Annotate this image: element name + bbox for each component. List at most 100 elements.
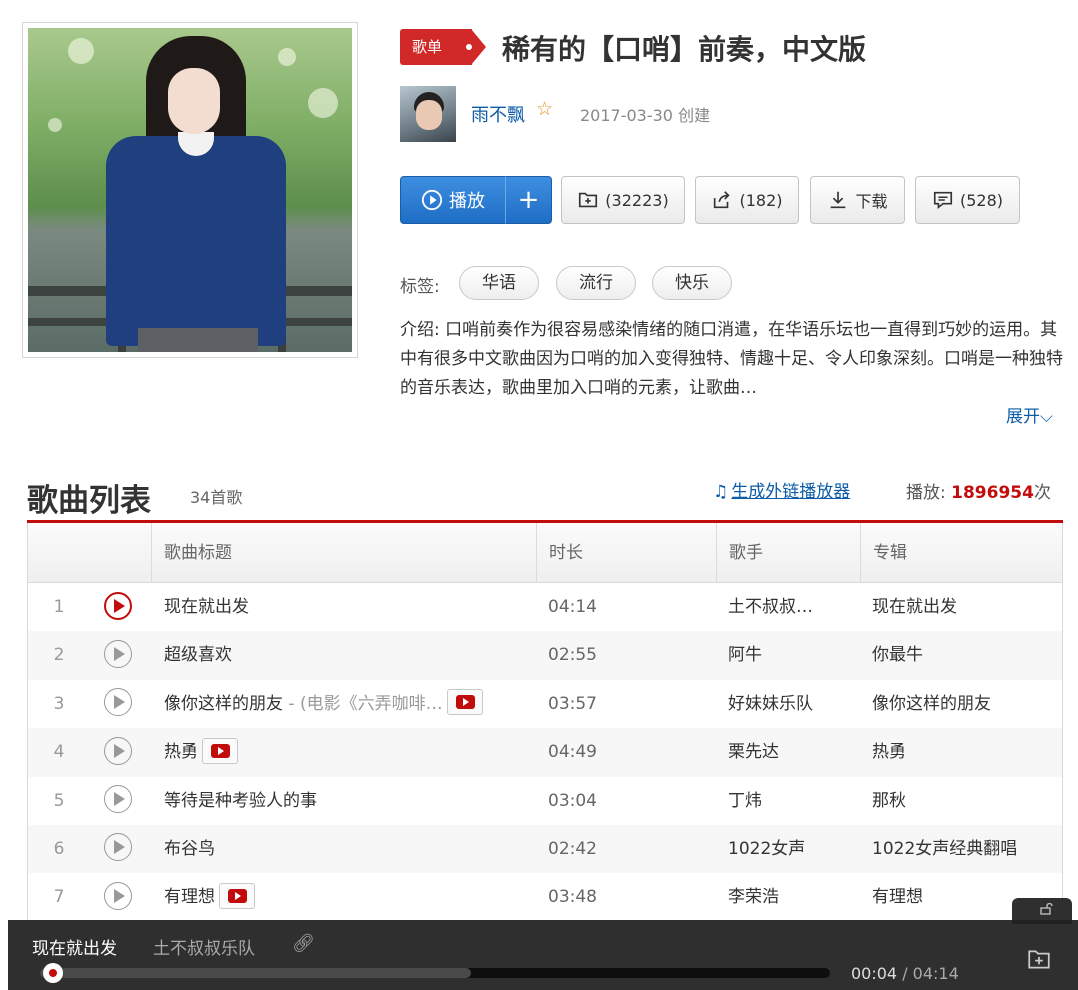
song-title-link[interactable]: 像你这样的朋友 — [164, 694, 283, 714]
table-row[interactable]: 4 热勇 04:49 栗先达 热勇 — [28, 728, 1062, 777]
song-duration: 04:49 — [548, 742, 597, 763]
progress-knob[interactable] — [42, 963, 63, 983]
download-button[interactable]: 下载 — [810, 176, 905, 224]
song-album-link[interactable]: 热勇 — [872, 728, 1052, 776]
song-album-link[interactable]: 那秋 — [872, 777, 1052, 825]
mv-icon[interactable] — [219, 882, 255, 909]
player-song-title[interactable]: 现在就出发 — [32, 934, 117, 959]
song-artist-link[interactable]: 好妹妹乐队 — [728, 680, 838, 728]
table-row[interactable]: 6 布谷鸟 02:42 1022女声 1022女声经典翻唱 — [28, 824, 1062, 874]
comment-icon — [933, 191, 953, 210]
tag-liuxing[interactable]: 流行 — [556, 266, 636, 300]
song-title-link[interactable]: 现在就出发 — [164, 597, 249, 617]
play-total-label: 播放: — [906, 483, 946, 503]
row-play[interactable] — [104, 583, 136, 631]
table-row[interactable]: 7 有理想 03:48 李荣浩 有理想 — [28, 873, 1062, 921]
player-artist[interactable]: 土不叔叔乐队 — [153, 934, 255, 959]
favorite-button[interactable]: (32223) — [561, 176, 685, 224]
table-row[interactable]: 5 等待是种考验人的事 03:04 丁炜 那秋 — [28, 777, 1062, 825]
row-index: 7 — [53, 887, 65, 908]
header-title: 歌曲标题 — [151, 523, 536, 583]
song-artist-link[interactable]: 阿牛 — [728, 631, 838, 679]
song-count: 34首歌 — [190, 488, 243, 507]
table-row[interactable]: 1 现在就出发 04:14 土不叔叔… 现在就出发 — [28, 583, 1062, 631]
play-all-button[interactable]: 播放 — [400, 176, 506, 224]
creator-avatar[interactable] — [400, 86, 456, 142]
playlist-intro: 介绍: 口哨前奏作为很容易感染情绪的随口消遣，在华语乐坛也一直得到巧妙的运用。其… — [400, 320, 1063, 398]
chevron-down-icon: ⌵ — [1040, 407, 1053, 427]
comment-button[interactable]: (528) — [915, 176, 1020, 224]
song-album-link[interactable]: 你最牛 — [872, 631, 1052, 679]
playlist-badge: 歌单 — [400, 29, 486, 65]
song-title-link[interactable]: 等待是种考验人的事 — [164, 791, 317, 811]
song-duration: 03:57 — [548, 693, 597, 714]
share-count: (182) — [739, 190, 783, 210]
play-total-unit: 次 — [1033, 483, 1051, 503]
mv-icon[interactable] — [446, 689, 483, 716]
song-title-link[interactable]: 布谷鸟 — [164, 839, 215, 859]
song-album-link[interactable]: 像你这样的朋友 — [872, 680, 1052, 728]
header-artist: 歌手 — [716, 523, 860, 583]
play-circle-icon[interactable] — [104, 591, 132, 620]
row-play[interactable] — [104, 728, 136, 776]
song-duration: 02:42 — [548, 838, 597, 859]
star-icon: ☆ — [536, 98, 554, 120]
comment-count: (528) — [959, 190, 1004, 210]
music-note-icon: ♫ — [713, 482, 729, 502]
row-index: 2 — [53, 645, 65, 666]
expand-intro-link[interactable]: 展开⌵ — [1006, 402, 1053, 427]
cover-image — [28, 28, 352, 352]
table-row[interactable]: 2 超级喜欢 02:55 阿牛 你最牛 — [28, 631, 1062, 680]
row-title-cell: 超级喜欢 — [164, 631, 524, 679]
playlist-cover — [22, 22, 358, 358]
row-index: 3 — [53, 693, 65, 714]
play-circle-icon[interactable] — [104, 688, 132, 717]
row-play[interactable] — [104, 825, 136, 873]
row-title-cell: 热勇 — [164, 728, 524, 776]
song-album-link[interactable]: 现在就出发 — [872, 583, 1052, 631]
song-artist-link[interactable]: 李荣浩 — [728, 873, 838, 921]
song-title-link[interactable]: 超级喜欢 — [164, 645, 232, 665]
play-circle-icon[interactable] — [104, 785, 132, 814]
add-to-playlist-icon[interactable] — [1026, 946, 1052, 972]
progress-track[interactable] — [40, 968, 830, 978]
play-circle-icon[interactable] — [104, 833, 132, 862]
generate-player-link[interactable]: ♫ 生成外链播放器 — [713, 477, 850, 502]
mv-icon[interactable] — [202, 737, 238, 764]
table-row[interactable]: 3 像你这样的朋友 - (电影《六弄咖啡… 03:57 好妹妹乐队 像你这样的朋友 — [28, 680, 1062, 728]
created-date: 2017-03-30 创建 — [580, 106, 711, 125]
row-play[interactable] — [104, 777, 136, 825]
table-header: 歌曲标题 时长 歌手 专辑 — [28, 523, 1062, 583]
row-play[interactable] — [104, 873, 136, 921]
row-play[interactable] — [104, 680, 136, 728]
song-artist-link[interactable]: 土不叔叔… — [728, 583, 838, 631]
song-title-link[interactable]: 有理想 — [164, 887, 215, 907]
song-duration: 04:14 — [548, 597, 597, 617]
song-list-title: 歌曲列表 — [27, 483, 151, 519]
play-circle-icon[interactable] — [104, 639, 132, 668]
play-circle-icon[interactable] — [104, 736, 132, 765]
song-artist-link[interactable]: 丁炜 — [728, 777, 838, 825]
download-label: 下载 — [855, 192, 888, 211]
song-title-link[interactable]: 热勇 — [164, 742, 198, 762]
song-subtitle: - (电影《六弄咖啡… — [283, 693, 443, 714]
total-time: / 04:14 — [902, 964, 959, 983]
play-circle-icon[interactable] — [104, 881, 132, 910]
tag-huayu[interactable]: 华语 — [459, 266, 539, 300]
song-table: 歌曲标题 时长 歌手 专辑 1 现在就出发 04:14 土不叔叔… 现在就出发 2 超级喜欢… — [27, 523, 1063, 922]
song-artist-link[interactable]: 1022女声 — [728, 825, 838, 873]
row-play[interactable] — [104, 631, 136, 679]
play-total: 播放: 1896954次 — [906, 478, 1051, 503]
song-duration: 03:48 — [548, 887, 597, 908]
tags-label: 标签: — [400, 277, 440, 297]
song-artist-link[interactable]: 栗先达 — [728, 728, 838, 776]
tag-kuaile[interactable]: 快乐 — [652, 266, 732, 300]
link-icon[interactable]: 🔗︎ — [292, 933, 315, 954]
generate-player-label: 生成外链播放器 — [731, 482, 851, 502]
add-to-queue-button[interactable]: + — [505, 176, 552, 224]
song-duration: 03:04 — [548, 790, 597, 811]
row-index: 5 — [53, 790, 65, 811]
share-button[interactable]: (182) — [695, 176, 799, 224]
song-album-link[interactable]: 1022女声经典翻唱 — [872, 825, 1052, 873]
creator-name-link[interactable]: 雨不飘 — [471, 101, 525, 127]
